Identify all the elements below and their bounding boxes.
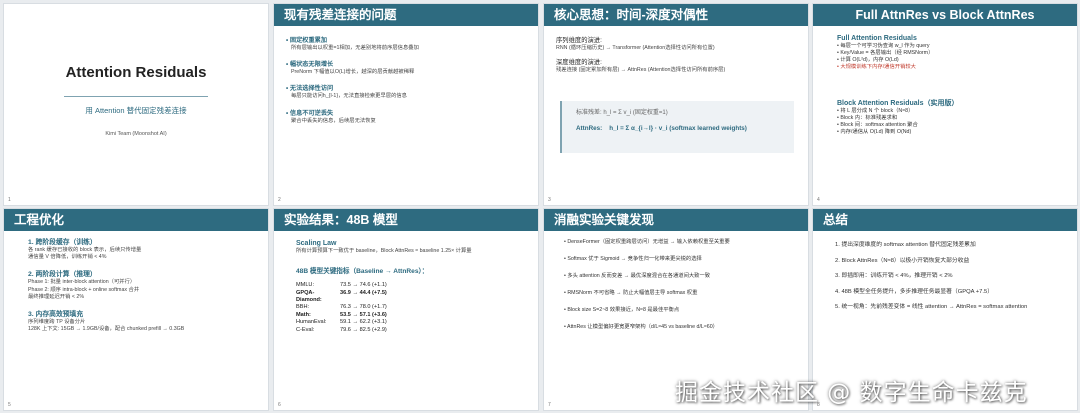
full-item-warning: • 大规模训练下内存/通信开销较大 [837,64,916,70]
author: Kimi Team (Moonshot AI) [105,131,167,137]
slide-title-bar: 总结 [813,209,1077,231]
depth-line: 残差连接 (固定累加所有层) → AttnRes (Attention选择性访问… [556,67,726,74]
metric-name: MMLU: [296,282,315,289]
eng-line: Phase 2: 顺序 intra-block + online softmax… [28,286,140,293]
metric-name: GPQA-Diamond: [296,289,322,304]
metric-row: C-Eval: 79.6 → 82.5 (+2.9) [296,327,530,334]
slide-number: 6 [278,402,281,408]
full-item: • 计算 O(L²d)，内存 O(Ld) [837,57,899,63]
problem-desc: 所有层输出以权重=1相加，无差别地将前序层信息叠加 [291,45,419,51]
slide-grid: Attention Residuals 用 Attention 替代固定残差连接… [0,0,1080,413]
eng-section: 1. 跨阶段缓存（训练） 各 rank 缓存已接收的 block 表示，后续只传… [28,239,260,261]
full-item: • Key/Value = 各层输出（经 RMSNorm） [837,50,934,56]
metric-row: MMLU: 73.5 → 74.6 (+1.1) [296,282,530,289]
formula-attnres: AttnRes: h_l = Σ α_{i→l} · v_i (softmax … [576,125,780,132]
formula-text: h_l = Σ α_{i→l} · v_i (softmax learned w… [609,125,747,132]
eng-section-head: 3. 内存高效预填充 [28,311,84,319]
seq-head: 序列维度的演进: [556,37,602,44]
slide-results[interactable]: 实验结果：48B 模型 Scaling Law 所有计算预算下一致优于 base… [273,208,539,411]
eng-line: 最终推理延迟开销 < 2% [28,293,85,300]
summary-item: 1. 提出深度维度的 softmax attention 替代固定残差累加 [835,242,976,248]
metric-name: BBH: [296,304,310,311]
slide-title-bar: 消融实验关键发现 [544,209,808,231]
metric-value: 59.1 → 62.2 (+3.1) [340,319,387,326]
summary-item: 3. 即插即用：训练开销 < 4%，推理开销 < 2% [835,273,953,279]
eng-line: Phase 1: 批量 inter-block attention（可并行） [28,279,136,286]
block-item: • 将 L 层分成 N 个 block（N≈8） [837,108,914,114]
slide-problems[interactable]: 现有残差连接的问题 • 固定权重累加 所有层输出以权重=1相加，无差别地将前序层… [273,3,539,206]
full-item: • 每层一个可学习伪查询 w_l 作为 query [837,43,930,49]
slide-engineering[interactable]: 工程优化 1. 跨阶段缓存（训练） 各 rank 缓存已接收的 block 表示… [3,208,269,411]
block-head: Block Attention Residuals（实用版） [837,100,959,107]
metric-row: BBH: 76.3 → 78.0 (+1.7) [296,304,530,311]
slide-title-bar: Full AttnRes vs Block AttnRes [813,4,1077,26]
slide-number: 1 [8,197,11,203]
ablation-item: • Softmax 优于 Sigmoid → 竞争性归一化带来更尖锐的选择 [564,256,702,262]
formula-label: AttnRes: [576,125,603,132]
metric-name: Math: [296,311,311,318]
formula-box: 标准残差: h_l = Σ v_i (固定权重=1) AttnRes: h_l … [560,101,794,153]
summary-item: 5. 统一视角：先前残差变体 = 线性 attention → AttnRes … [835,304,1028,310]
block-item: • Block 间：softmax attention 聚合 [837,122,918,128]
formula-standard: 标准残差: h_l = Σ v_i (固定权重=1) [576,110,668,116]
problem-desc: PreNorm 下幅值以O(L)增长，越深的层贡献越被稀释 [291,69,415,76]
metric-row: Math: 53.5 → 57.1 (+3.6) [296,312,530,319]
metric-name: HumanEval: [296,319,327,326]
block-item: • 内存/通信从 O(Ld) 降到 O(Nd) [837,129,912,135]
depth-head: 深度维度的演进: [556,59,602,67]
metric-value: 53.5 → 57.1 (+3.6) [340,311,387,318]
eng-line: 128K 上下文: 15GB → 1.9GB/设备，配合 chunked pre… [28,326,185,333]
problem-item: • 固定权重累加 所有层输出以权重=1相加，无差别地将前序层信息叠加 [286,37,530,52]
problem-item: • 无法选择性访问 每层只能访问h_{l-1}，无法直接检索更早层的信息 [286,85,530,100]
ablation-item: • Block size S=2~8 效果接近，N≈8 是最佳平衡点 [564,307,680,313]
eng-section: 2. 两阶段计算（推理） Phase 1: 批量 inter-block att… [28,271,260,301]
slide-title[interactable]: Attention Residuals 用 Attention 替代固定残差连接… [3,3,269,206]
block-item: • Block 内：标准残差求和 [837,115,898,121]
problem-head: • 幅状态无限增长 [286,61,334,69]
metric-value: 73.5 → 74.6 (+1.1) [340,282,387,289]
eng-section: 3. 内存高效预填充 序列维度跨 TP 设备分片 128K 上下文: 15GB … [28,311,260,333]
watermark: 掘金技术社区 @ 数字生命卡兹克 [675,380,1028,406]
slide-full-vs-block[interactable]: Full AttnRes vs Block AttnRes Full Atten… [812,3,1078,206]
problem-desc: 每层只能访问h_{l-1}，无法直接检索更早层的信息 [291,93,407,100]
metrics-head: 48B 模型关键指标（Baseline → AttnRes）： [296,268,429,276]
metric-value: 76.3 → 78.0 (+1.7) [340,304,387,311]
metric-value: 36.9 → 44.4 (+7.5) [340,289,387,296]
scaling-head: Scaling Law [296,240,337,247]
slide-number: 7 [548,402,551,408]
eng-line: 通信量 V 倍降低，训练开销 < 4% [28,254,107,261]
ablation-item: • RMSNorm 不可省略 → 防止大幅值层主导 softmax 权重 [564,290,698,296]
problem-head: • 固定权重累加 [286,37,328,44]
metrics-list: MMLU: 73.5 → 74.6 (+1.1) GPQA-Diamond: 36.9… [296,282,530,334]
slide-number: 3 [548,197,551,203]
metric-name: C-Eval: [296,326,315,333]
problem-head: • 信息不可逆丢失 [286,109,334,117]
full-head: Full Attention Residuals [837,35,917,42]
ablation-item: • DenseFormer（固定权重跨层访问）无增益 → 输入依赖权重至关重要 [564,239,730,245]
scaling-line: 所有计算预算下一致优于 baseline，Block AttnRes ≈ bas… [296,248,472,254]
slide-title-bar: 工程优化 [4,209,268,231]
problem-desc: 聚合中丢失的信息，后续层无法恢复 [291,117,376,124]
slide-duality[interactable]: 核心思想：时间-深度对偶性 序列维度的演进: RNN (循环压缩历史) → Tr… [543,3,809,206]
main-title: Attention Residuals [65,64,207,81]
summary-item: 4. 48B 模型全任务提升，多步推理任务最显著（GPQA +7.5） [835,288,993,295]
eng-section-head: 1. 跨阶段缓存（训练） [28,239,97,246]
slide-title-bar: 实验结果：48B 模型 [274,209,538,231]
metric-value: 79.6 → 82.5 (+2.9) [340,326,387,333]
ablation-item: • AttnRes 让模型偏好更宽更窄架构（d/L≈45 vs baseline… [564,324,718,330]
metric-row: GPQA-Diamond: 36.9 → 44.4 (+7.5) [296,290,530,305]
problem-item: • 幅状态无限增长 PreNorm 下幅值以O(L)增长，越深的层贡献越被稀释 [286,61,530,76]
summary-item: 2. Block AttnRes（N≈8）以极小开销恢复大部分收益 [835,257,970,264]
title-divider [64,96,208,97]
metric-row: HumanEval: 59.1 → 62.2 (+3.1) [296,319,530,326]
slide-number: 4 [817,197,820,203]
seq-line: RNN (循环压缩历史) → Transformer (Attention选择性… [556,45,715,51]
slide-number: 2 [278,197,281,203]
ablation-item: • 多头 attention 反而变差 → 最优深度混合在各通道间大致一致 [564,273,711,279]
slide-title-bar: 现有残差连接的问题 [274,4,538,26]
subtitle: 用 Attention 替代固定残差连接 [85,106,187,115]
slide-title-bar: 核心思想：时间-深度对偶性 [544,4,808,26]
problem-item: • 信息不可逆丢失 聚合中丢失的信息，后续层无法恢复 [286,110,530,125]
slide-number: 5 [8,402,11,408]
